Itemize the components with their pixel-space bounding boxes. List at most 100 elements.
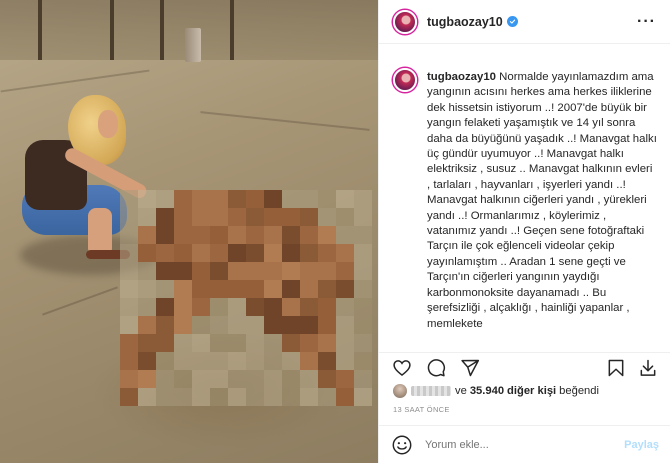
mosaic-tile bbox=[246, 334, 264, 352]
woman-face bbox=[98, 110, 118, 138]
post-timestamp[interactable]: 13 SAAT ÖNCE bbox=[393, 405, 450, 414]
mosaic-tile bbox=[282, 244, 300, 262]
fence-post bbox=[110, 0, 114, 60]
woman-leg bbox=[88, 208, 112, 256]
paper-plane-icon[interactable] bbox=[459, 357, 481, 379]
mosaic-tile bbox=[318, 280, 336, 298]
mosaic-tile bbox=[264, 244, 282, 262]
post-comment-button[interactable]: Paylaş bbox=[624, 439, 659, 451]
mosaic-tile bbox=[246, 190, 264, 208]
mosaic-tile bbox=[336, 244, 354, 262]
mosaic-tile bbox=[300, 226, 318, 244]
bookmark-icon[interactable] bbox=[605, 357, 627, 379]
post-panel: tugbaozay10 ··· tugbaozay10 Normalde yay… bbox=[378, 0, 670, 463]
mosaic-tile bbox=[210, 262, 228, 280]
mosaic-tile bbox=[174, 316, 192, 334]
mosaic-tile bbox=[300, 190, 318, 208]
mosaic-tile bbox=[192, 352, 210, 370]
mosaic-tile bbox=[336, 388, 354, 406]
mosaic-tile bbox=[318, 388, 336, 406]
wooden-stump bbox=[185, 28, 201, 62]
liker-avatar[interactable] bbox=[393, 384, 407, 398]
mosaic-tile bbox=[120, 226, 138, 244]
mosaic-tile bbox=[138, 298, 156, 316]
mosaic-tile bbox=[210, 190, 228, 208]
mosaic-tile bbox=[318, 316, 336, 334]
heart-icon[interactable] bbox=[391, 357, 413, 379]
mosaic-tile bbox=[354, 244, 372, 262]
mosaic-tile bbox=[192, 280, 210, 298]
mosaic-tile bbox=[138, 388, 156, 406]
mosaic-tile bbox=[120, 316, 138, 334]
mosaic-tile bbox=[156, 370, 174, 388]
mosaic-tile bbox=[246, 262, 264, 280]
mosaic-tile bbox=[354, 262, 372, 280]
mosaic-tile bbox=[246, 226, 264, 244]
mosaic-tile bbox=[174, 298, 192, 316]
mosaic-tile bbox=[282, 262, 300, 280]
mosaic-tile bbox=[246, 316, 264, 334]
blurred-username[interactable] bbox=[411, 386, 451, 396]
mosaic-tile bbox=[192, 262, 210, 280]
mosaic-tile bbox=[156, 190, 174, 208]
comment-input[interactable] bbox=[425, 438, 625, 451]
mosaic-tile bbox=[210, 244, 228, 262]
mosaic-tile bbox=[336, 370, 354, 388]
post-photo[interactable] bbox=[0, 0, 378, 463]
mosaic-tile bbox=[228, 298, 246, 316]
mosaic-tile bbox=[192, 370, 210, 388]
caption-username[interactable]: tugbaozay10 bbox=[427, 71, 496, 83]
avatar[interactable] bbox=[393, 9, 417, 34]
mosaic-tile bbox=[174, 280, 192, 298]
mosaic-tile bbox=[282, 316, 300, 334]
mosaic-tile bbox=[138, 352, 156, 370]
mosaic-tile bbox=[210, 316, 228, 334]
mosaic-tile bbox=[318, 262, 336, 280]
comment-icon[interactable] bbox=[425, 357, 447, 379]
mosaic-tile bbox=[156, 334, 174, 352]
mosaic-tile bbox=[138, 334, 156, 352]
mosaic-tile bbox=[336, 190, 354, 208]
likes-people-label[interactable]: diğer kişi bbox=[507, 385, 556, 397]
mosaic-tile bbox=[282, 370, 300, 388]
mosaic-tile bbox=[192, 226, 210, 244]
mosaic-tile bbox=[156, 280, 174, 298]
mosaic-tile bbox=[300, 334, 318, 352]
mosaic-tile bbox=[282, 280, 300, 298]
mosaic-tile bbox=[246, 208, 264, 226]
mosaic-tile bbox=[282, 208, 300, 226]
mosaic-tile bbox=[174, 226, 192, 244]
mosaic-tile bbox=[354, 190, 372, 208]
likes-prefix: ve bbox=[455, 385, 467, 397]
mosaic-tile bbox=[192, 244, 210, 262]
username-link[interactable]: tugbaozay10 bbox=[427, 15, 503, 29]
likes-summary: ve 35.940 diğer kişi beğendi bbox=[393, 384, 599, 398]
mosaic-tile bbox=[228, 208, 246, 226]
mosaic-tile bbox=[246, 352, 264, 370]
mosaic-tile bbox=[300, 316, 318, 334]
emoji-icon[interactable] bbox=[391, 434, 413, 456]
mosaic-tile bbox=[318, 334, 336, 352]
mosaic-tile bbox=[138, 370, 156, 388]
mosaic-tile bbox=[228, 370, 246, 388]
mosaic-tile bbox=[120, 370, 138, 388]
mosaic-tile bbox=[282, 352, 300, 370]
mosaic-tile bbox=[336, 280, 354, 298]
fence-post bbox=[160, 0, 164, 60]
mosaic-tile bbox=[156, 244, 174, 262]
more-horizontal-icon[interactable]: ··· bbox=[637, 13, 656, 30]
mosaic-tile bbox=[264, 190, 282, 208]
mosaic-tile bbox=[210, 208, 228, 226]
post-header: tugbaozay10 ··· bbox=[379, 0, 670, 44]
mosaic-tile bbox=[120, 334, 138, 352]
likes-count[interactable]: 35.940 bbox=[470, 385, 504, 397]
mosaic-tile bbox=[300, 208, 318, 226]
mosaic-tile bbox=[300, 370, 318, 388]
avatar[interactable] bbox=[393, 68, 417, 92]
mosaic-tile bbox=[354, 352, 372, 370]
fence-post bbox=[38, 0, 42, 60]
download-icon[interactable] bbox=[637, 357, 659, 379]
mosaic-tile bbox=[336, 334, 354, 352]
mosaic-tile bbox=[264, 334, 282, 352]
mosaic-tile bbox=[336, 208, 354, 226]
